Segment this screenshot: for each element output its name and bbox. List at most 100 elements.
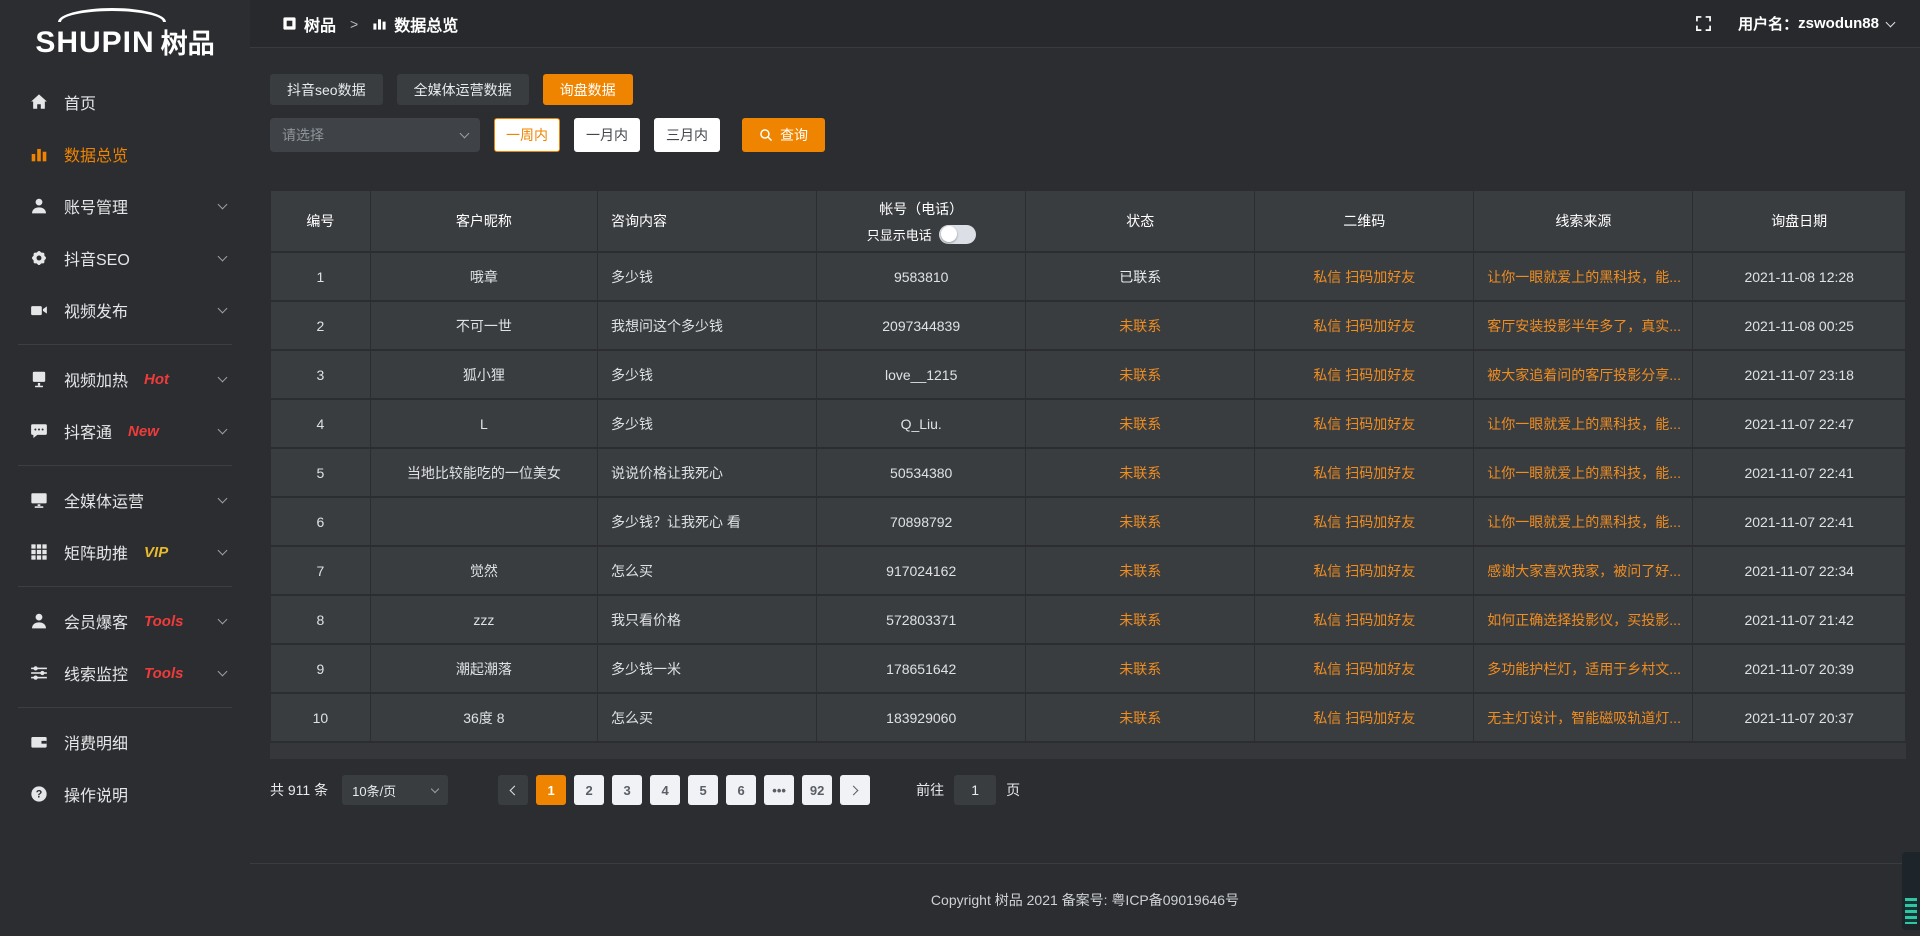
page-button[interactable]: 6 bbox=[726, 775, 756, 805]
row-status: 未联系 bbox=[1026, 546, 1255, 595]
row-status: 未联系 bbox=[1026, 693, 1255, 742]
row-id: 5 bbox=[271, 448, 371, 497]
sidebar-item-matrix-boost[interactable]: 矩阵助推 VIP bbox=[0, 526, 250, 578]
page-size-select[interactable]: 10条/页 bbox=[342, 775, 448, 805]
row-account: 917024162 bbox=[817, 546, 1026, 595]
fullscreen-icon[interactable] bbox=[1695, 15, 1712, 32]
breadcrumb-root-icon bbox=[282, 16, 297, 31]
row-date: 2021-11-07 20:39 bbox=[1693, 644, 1906, 693]
sidebar-item-home[interactable]: 首页 bbox=[0, 76, 250, 128]
page-button[interactable]: 92 bbox=[802, 775, 832, 805]
chevron-down-icon[interactable] bbox=[1886, 17, 1896, 27]
video-camera-icon bbox=[30, 301, 48, 319]
row-source-link[interactable]: 如何正确选择投影仪，买投影... bbox=[1474, 595, 1693, 644]
period-quarter-button[interactable]: 三月内 bbox=[654, 118, 720, 152]
tab-inquiry-data[interactable]: 询盘数据 bbox=[543, 74, 633, 105]
period-week-button[interactable]: 一周内 bbox=[494, 118, 560, 152]
tab-omnimedia-data[interactable]: 全媒体运营数据 bbox=[397, 74, 529, 105]
bar-chart-icon bbox=[30, 145, 48, 163]
row-qr-link[interactable]: 私信 扫码加好友 bbox=[1255, 546, 1474, 595]
row-source-link[interactable]: 多功能护栏灯，适用于乡村文... bbox=[1474, 644, 1693, 693]
sidebar-item-label: 视频加热 bbox=[64, 367, 128, 391]
row-qr-link[interactable]: 私信 扫码加好友 bbox=[1255, 252, 1474, 301]
row-qr-link[interactable]: 私信 扫码加好友 bbox=[1255, 399, 1474, 448]
page-button[interactable]: 4 bbox=[650, 775, 680, 805]
sidebar-item-label: 线索监控 bbox=[64, 661, 128, 685]
period-month-button[interactable]: 一月内 bbox=[574, 118, 640, 152]
sidebar-item-label: 账号管理 bbox=[64, 194, 128, 218]
logo-text-cn: 树品 bbox=[161, 31, 215, 58]
goto-suffix: 页 bbox=[1006, 780, 1020, 800]
row-nickname: 哦章 bbox=[370, 252, 597, 301]
sidebar-item-label: 抖音SEO bbox=[64, 246, 130, 270]
tab-douyin-seo-data[interactable]: 抖音seo数据 bbox=[270, 74, 383, 105]
row-source-link[interactable]: 让你一眼就爱上的黑科技，能... bbox=[1474, 497, 1693, 546]
row-qr-link[interactable]: 私信 扫码加好友 bbox=[1255, 497, 1474, 546]
row-date: 2021-11-07 22:41 bbox=[1693, 497, 1906, 546]
row-source-link[interactable]: 让你一眼就爱上的黑科技，能... bbox=[1474, 399, 1693, 448]
sidebar-item-consumption-details[interactable]: 消费明细 bbox=[0, 716, 250, 768]
row-source-link[interactable]: 被大家追着问的客厅投影分享... bbox=[1474, 350, 1693, 399]
page-button[interactable]: ••• bbox=[764, 775, 794, 805]
page-button[interactable]: 3 bbox=[612, 775, 642, 805]
row-qr-link[interactable]: 私信 扫码加好友 bbox=[1255, 350, 1474, 399]
row-qr-link[interactable]: 私信 扫码加好友 bbox=[1255, 644, 1474, 693]
sidebar-item-lead-monitoring[interactable]: 线索监控 Tools bbox=[0, 647, 250, 699]
page-list: 123456 ••• 92 bbox=[532, 775, 836, 805]
breadcrumb-root[interactable]: 树品 bbox=[304, 12, 336, 36]
table-header-row: 编号 客户昵称 咨询内容 帐号（电话） 只显示电话 状态 bbox=[271, 190, 1906, 252]
page-button[interactable]: 2 bbox=[574, 775, 604, 805]
row-source-link[interactable]: 让你一眼就爱上的黑科技，能... bbox=[1474, 448, 1693, 497]
menu-divider bbox=[18, 707, 232, 708]
sidebar-item-video-heating[interactable]: 视频加热 Hot bbox=[0, 353, 250, 405]
sidebar-item-member-traffic[interactable]: 会员爆客 Tools bbox=[0, 595, 250, 647]
logo-text-en: SHUPIN bbox=[35, 28, 154, 58]
hot-badge: Hot bbox=[144, 371, 169, 388]
sidebar-item-douketong[interactable]: 抖客通 New bbox=[0, 405, 250, 457]
table-row: 4 L 多少钱 Q_Liu. 未联系 私信 扫码加好友 让你一眼就爱上的黑科技，… bbox=[271, 399, 1906, 448]
page-button[interactable]: 1 bbox=[536, 775, 566, 805]
query-button[interactable]: 查询 bbox=[742, 118, 825, 152]
account-select[interactable]: 请选择 bbox=[270, 118, 480, 152]
sidebar-item-label: 数据总览 bbox=[64, 142, 128, 166]
chevron-down-icon bbox=[218, 303, 228, 313]
row-status: 已联系 bbox=[1026, 252, 1255, 301]
row-date: 2021-11-08 00:25 bbox=[1693, 301, 1906, 350]
row-nickname: 不可一世 bbox=[370, 301, 597, 350]
row-source-link[interactable]: 让你一眼就爱上的黑科技，能... bbox=[1474, 252, 1693, 301]
goto-page: 前往 页 bbox=[916, 775, 1020, 805]
phone-only-toggle[interactable] bbox=[939, 225, 976, 244]
row-source-link[interactable]: 感谢大家喜欢我家，被问了好... bbox=[1474, 546, 1693, 595]
sidebar-item-omnimedia[interactable]: 全媒体运营 bbox=[0, 474, 250, 526]
row-nickname: 潮起潮落 bbox=[370, 644, 597, 693]
goto-page-input[interactable] bbox=[954, 775, 996, 805]
row-status: 未联系 bbox=[1026, 644, 1255, 693]
row-qr-link[interactable]: 私信 扫码加好友 bbox=[1255, 448, 1474, 497]
sidebar-item-instructions[interactable]: ? 操作说明 bbox=[0, 768, 250, 820]
row-source-link[interactable]: 客厅安装投影半年多了，真实... bbox=[1474, 301, 1693, 350]
app-root: SHUPIN 树品 首页 数据总览 账号管理 抖音SEO bbox=[0, 0, 1920, 936]
page-button[interactable]: 5 bbox=[688, 775, 718, 805]
col-qr: 二维码 bbox=[1255, 190, 1474, 252]
data-tabs: 抖音seo数据 全媒体运营数据 询盘数据 bbox=[270, 74, 1906, 105]
row-nickname: 狐小狸 bbox=[370, 350, 597, 399]
chevron-down-icon bbox=[218, 614, 228, 624]
sidebar-item-account-management[interactable]: 账号管理 bbox=[0, 180, 250, 232]
breadcrumb-separator: > bbox=[350, 16, 358, 32]
row-content: 多少钱 bbox=[597, 252, 816, 301]
sidebar-item-data-overview[interactable]: 数据总览 bbox=[0, 128, 250, 180]
floating-widget[interactable] bbox=[1902, 852, 1920, 930]
sidebar-item-video-publish[interactable]: 视频发布 bbox=[0, 284, 250, 336]
col-account: 帐号（电话） 只显示电话 bbox=[817, 190, 1026, 252]
prev-page-button[interactable] bbox=[498, 775, 528, 805]
sidebar-item-label: 抖客通 bbox=[64, 419, 112, 443]
next-page-button[interactable] bbox=[840, 775, 870, 805]
col-id: 编号 bbox=[271, 190, 371, 252]
row-source-link[interactable]: 无主灯设计，智能磁吸轨道灯... bbox=[1474, 693, 1693, 742]
username-value[interactable]: zswodun88 bbox=[1798, 15, 1879, 32]
sidebar-item-douyin-seo[interactable]: 抖音SEO bbox=[0, 232, 250, 284]
row-qr-link[interactable]: 私信 扫码加好友 bbox=[1255, 301, 1474, 350]
row-qr-link[interactable]: 私信 扫码加好友 bbox=[1255, 693, 1474, 742]
vip-badge: VIP bbox=[144, 544, 168, 561]
row-qr-link[interactable]: 私信 扫码加好友 bbox=[1255, 595, 1474, 644]
